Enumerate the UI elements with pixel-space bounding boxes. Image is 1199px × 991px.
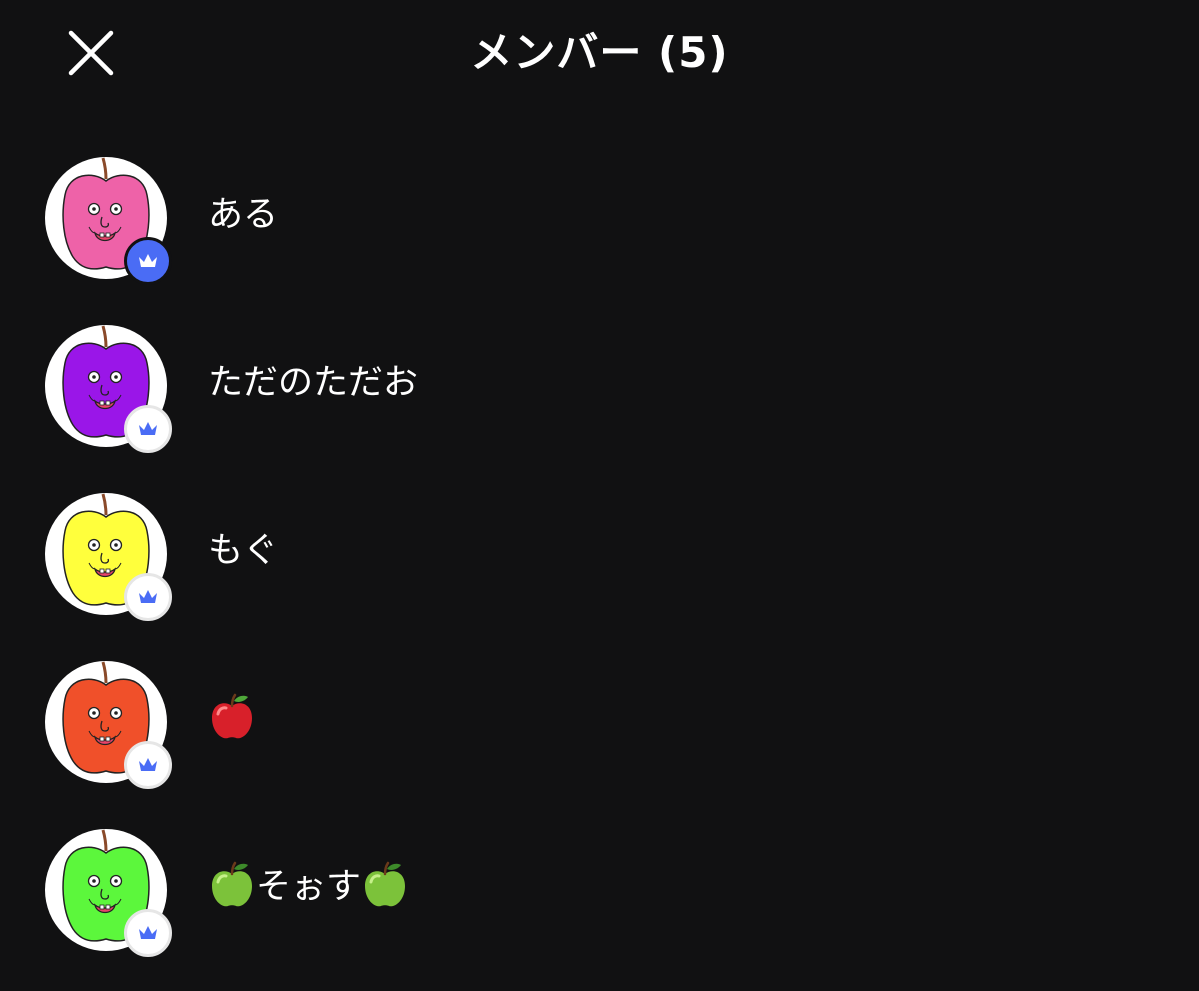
admin-badge — [124, 405, 172, 453]
crown-icon — [139, 758, 157, 771]
crown-icon — [139, 254, 157, 267]
member-name: もぐ — [208, 531, 279, 571]
member-row-1[interactable]: ある — [0, 150, 1199, 318]
member-name: そぉす — [208, 861, 409, 912]
avatar — [45, 661, 172, 789]
member-row-3[interactable]: もぐ — [0, 486, 1199, 654]
crown-icon — [139, 422, 157, 435]
header: メンバー (5) — [0, 0, 1199, 110]
red-apple-emoji — [212, 693, 252, 739]
member-name-text: そぉす — [256, 867, 362, 907]
member-name: ある — [208, 195, 279, 235]
member-name: ただのただお — [208, 363, 419, 403]
member-row-2[interactable]: ただのただお — [0, 318, 1199, 486]
avatar — [45, 829, 172, 957]
green-apple-emoji — [212, 861, 252, 907]
page-title: メンバー (5) — [470, 28, 729, 77]
green-apple-emoji — [365, 861, 406, 907]
member-list-screen: メンバー (5) ある ただのただお もぐ そぉす — [0, 0, 1199, 991]
admin-badge — [124, 909, 172, 957]
avatar — [45, 325, 172, 453]
member-row-4[interactable] — [0, 654, 1199, 822]
avatar — [45, 493, 172, 621]
crown-icon — [139, 926, 157, 939]
crown-icon — [139, 590, 157, 603]
member-list: ある ただのただお もぐ そぉす — [0, 150, 1199, 990]
member-row-5[interactable]: そぉす — [0, 822, 1199, 990]
admin-badge — [124, 237, 172, 285]
admin-badge — [124, 573, 172, 621]
avatar — [45, 157, 172, 285]
admin-badge — [124, 741, 172, 789]
member-name — [208, 693, 256, 744]
